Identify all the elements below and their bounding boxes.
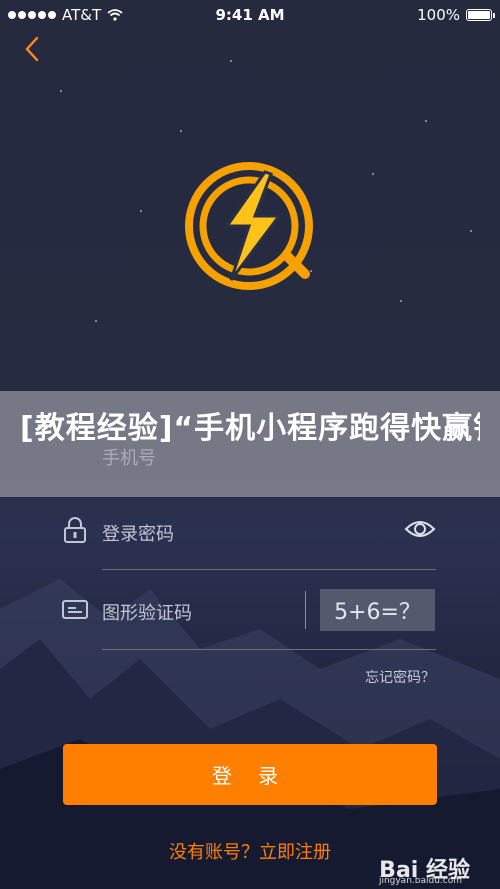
baidu-watermark-url: jingyan.baidu.com	[378, 876, 462, 886]
password-placeholder: 登录密码	[102, 524, 174, 545]
captcha-divider	[305, 591, 306, 629]
back-icon[interactable]	[18, 34, 48, 64]
card-icon	[62, 600, 88, 619]
lock-icon	[64, 517, 86, 543]
forgot-password-link[interactable]: 忘记密码？	[365, 667, 435, 687]
battery-icon	[466, 9, 495, 21]
captcha-placeholder: 图形验证码	[102, 603, 192, 624]
captcha-underline	[102, 649, 436, 650]
battery-fill	[468, 11, 490, 19]
phone-field[interactable]: 手机号	[62, 440, 436, 480]
password-underline	[102, 569, 436, 570]
phone-placeholder: 手机号	[102, 448, 156, 469]
lightning-logo-icon	[185, 162, 313, 290]
captcha-image[interactable]: 5+6=？	[320, 589, 435, 631]
battery-percent: 100%	[417, 6, 460, 24]
password-field[interactable]: 登录密码	[62, 510, 436, 570]
captcha-field[interactable]: 图形验证码 5+6=？	[62, 588, 436, 650]
status-bar: AT&T 9:41 AM 100%	[0, 0, 500, 30]
eye-icon[interactable]	[404, 518, 436, 540]
login-button[interactable]: 登 录	[63, 744, 437, 805]
